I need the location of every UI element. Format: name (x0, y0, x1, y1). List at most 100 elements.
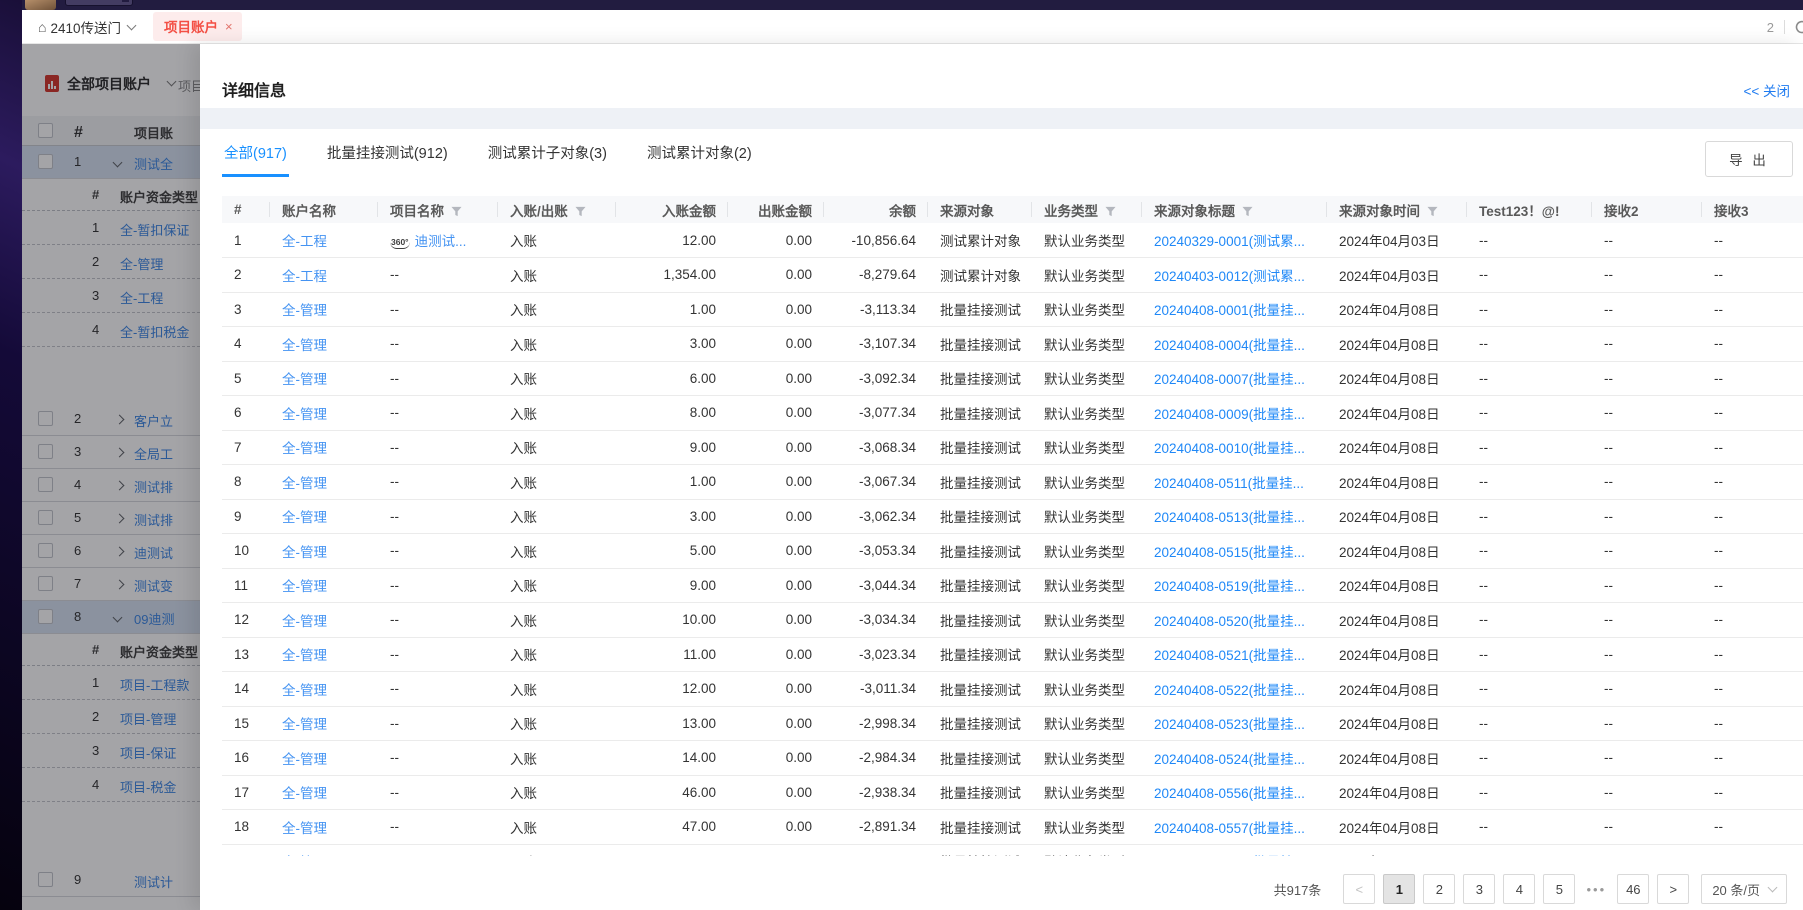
cell-0: 8 (222, 465, 270, 500)
filter-icon[interactable] (1242, 206, 1253, 217)
cell-6: -2,891.34 (824, 810, 928, 845)
cell-9[interactable]: 20240403-0012(测试累... (1142, 258, 1327, 293)
tab-project-accounts[interactable]: 项目账户 × (153, 12, 242, 41)
cell-12: -- (1592, 706, 1702, 741)
cell-6: -3,107.34 (824, 327, 928, 362)
cell-1[interactable]: 全-管理 (270, 672, 378, 707)
cell-0: 6 (222, 396, 270, 431)
drawer-tab-0[interactable]: 全部(917) (222, 130, 289, 177)
cell-1[interactable]: 全-管理 (270, 810, 378, 845)
cell-1[interactable]: 全-管理 (270, 499, 378, 534)
cell-1[interactable]: 全-管理 (270, 741, 378, 776)
cell-1[interactable]: 全-管理 (270, 706, 378, 741)
cell-5: 0.00 (728, 223, 824, 258)
cell-3: 入账 (498, 844, 616, 856)
cell-1[interactable]: 全-管理 (270, 327, 378, 362)
home-tab-label: 2410传送门 (50, 17, 121, 37)
cell-9[interactable]: 20240329-0001(测试累... (1142, 223, 1327, 258)
cell-4: 12.00 (616, 223, 728, 258)
close-tab-icon[interactable]: × (225, 19, 233, 34)
filter-icon[interactable] (1427, 206, 1438, 217)
navbar-search-box[interactable] (65, 0, 133, 6)
cell-9[interactable]: 20240408-0513(批量挂... (1142, 499, 1327, 534)
table-row[interactable]: 16全-管理--入账14.000.00-2,984.34批量挂接测试默认业务类型… (222, 741, 1803, 776)
table-row[interactable]: 4全-管理--入账3.000.00-3,107.34批量挂接测试默认业务类型20… (222, 327, 1803, 362)
table-row[interactable]: 1全-工程360°迪测试...入账12.000.00-10,856.64测试累计… (222, 223, 1803, 258)
table-row[interactable]: 2全-工程--入账1,354.000.00-8,279.64测试累计对象默认业务… (222, 258, 1803, 293)
cell-9[interactable]: 20240408-0558(批量挂... (1142, 844, 1327, 856)
cell-5: 0.00 (728, 637, 824, 672)
cell-9[interactable]: 20240408-0519(批量挂... (1142, 568, 1327, 603)
cell-1[interactable]: 全-工程 (270, 223, 378, 258)
pagination-next-button[interactable]: > (1657, 874, 1689, 904)
cell-2[interactable]: 360°迪测试... (378, 223, 498, 258)
cell-13: -- (1702, 568, 1803, 603)
pagination-page-46[interactable]: 46 (1617, 874, 1649, 904)
drawer-tab-3[interactable]: 测试累计对象(2) (645, 130, 754, 177)
cell-9[interactable]: 20240408-0556(批量挂... (1142, 775, 1327, 810)
cell-9[interactable]: 20240408-0524(批量挂... (1142, 741, 1327, 776)
cell-9[interactable]: 20240408-0522(批量挂... (1142, 672, 1327, 707)
table-row[interactable]: 13全-管理--入账11.000.00-3,023.34批量挂接测试默认业务类型… (222, 637, 1803, 672)
table-row[interactable]: 12全-管理--入账10.000.00-3,034.34批量挂接测试默认业务类型… (222, 603, 1803, 638)
table-row[interactable]: 15全-管理--入账13.000.00-2,998.34批量挂接测试默认业务类型… (222, 706, 1803, 741)
cell-0: 5 (222, 361, 270, 396)
cell-9[interactable]: 20240408-0010(批量挂... (1142, 430, 1327, 465)
table-row[interactable]: 5全-管理--入账6.000.00-3,092.34批量挂接测试默认业务类型20… (222, 361, 1803, 396)
filter-icon[interactable] (575, 206, 586, 217)
drawer-tab-2[interactable]: 测试累计子对象(3) (486, 130, 609, 177)
page-size-select[interactable]: 20 条/页 (1701, 874, 1787, 904)
drawer-tab-1[interactable]: 批量挂接测试(912) (325, 130, 450, 177)
cell-9[interactable]: 20240408-0001(批量挂... (1142, 292, 1327, 327)
cell-9[interactable]: 20240408-0004(批量挂... (1142, 327, 1327, 362)
cell-9[interactable]: 20240408-0009(批量挂... (1142, 396, 1327, 431)
cell-1[interactable]: 全-管理 (270, 637, 378, 672)
table-row[interactable]: 6全-管理--入账8.000.00-3,077.34批量挂接测试默认业务类型20… (222, 396, 1803, 431)
cell-1[interactable]: 全-管理 (270, 844, 378, 856)
table-row[interactable]: 10全-管理--入账5.000.00-3,053.34批量挂接测试默认业务类型2… (222, 534, 1803, 569)
table-row[interactable]: 14全-管理--入账12.000.00-3,011.34批量挂接测试默认业务类型… (222, 672, 1803, 707)
table-row[interactable]: 11全-管理--入账9.000.00-3,044.34批量挂接测试默认业务类型2… (222, 568, 1803, 603)
table-row[interactable]: 9全-管理--入账3.000.00-3,062.34批量挂接测试默认业务类型20… (222, 499, 1803, 534)
filter-icon[interactable] (1105, 206, 1116, 217)
cell-1[interactable]: 全-管理 (270, 568, 378, 603)
filter-icon[interactable] (451, 206, 462, 217)
table-row[interactable]: 3全-管理--入账1.000.00-3,113.34批量挂接测试默认业务类型20… (222, 292, 1803, 327)
cell-9[interactable]: 20240408-0520(批量挂... (1142, 603, 1327, 638)
cell-1[interactable]: 全-管理 (270, 396, 378, 431)
export-button[interactable]: 导 出 (1705, 141, 1793, 177)
cell-0: 4 (222, 327, 270, 362)
pagination-page-1[interactable]: 1 (1383, 874, 1415, 904)
pagination-prev-button[interactable]: < (1343, 874, 1375, 904)
pagination-page-3[interactable]: 3 (1463, 874, 1495, 904)
drawer-overlay-mask[interactable] (22, 44, 200, 910)
cell-1[interactable]: 全-管理 (270, 361, 378, 396)
cell-9[interactable]: 20240408-0515(批量挂... (1142, 534, 1327, 569)
close-drawer-link[interactable]: << 关闭 (1743, 80, 1790, 100)
home-tab[interactable]: ⌂ 2410传送门 (38, 17, 135, 37)
cell-4: 11.00 (616, 637, 728, 672)
cell-9[interactable]: 20240408-0523(批量挂... (1142, 706, 1327, 741)
cell-1[interactable]: 全-管理 (270, 534, 378, 569)
pagination-page-4[interactable]: 4 (1503, 874, 1535, 904)
cell-1[interactable]: 全-工程 (270, 258, 378, 293)
refresh-icon[interactable] (1794, 19, 1803, 35)
table-row[interactable]: 19全-管理--入账48.000.00-2,843.34批量挂接测试默认业务类型… (222, 844, 1803, 856)
cell-1[interactable]: 全-管理 (270, 465, 378, 500)
cell-0: 17 (222, 775, 270, 810)
cell-1[interactable]: 全-管理 (270, 775, 378, 810)
cell-9[interactable]: 20240408-0557(批量挂... (1142, 810, 1327, 845)
pagination-page-2[interactable]: 2 (1423, 874, 1455, 904)
cell-1[interactable]: 全-管理 (270, 603, 378, 638)
table-row[interactable]: 17全-管理--入账46.000.00-2,938.34批量挂接测试默认业务类型… (222, 775, 1803, 810)
cell-1[interactable]: 全-管理 (270, 430, 378, 465)
cell-9[interactable]: 20240408-0511(批量挂... (1142, 465, 1327, 500)
table-row[interactable]: 18全-管理--入账47.000.00-2,891.34批量挂接测试默认业务类型… (222, 810, 1803, 845)
cell-9[interactable]: 20240408-0007(批量挂... (1142, 361, 1327, 396)
cell-9[interactable]: 20240408-0521(批量挂... (1142, 637, 1327, 672)
table-row[interactable]: 7全-管理--入账9.000.00-3,068.34批量挂接测试默认业务类型20… (222, 430, 1803, 465)
cell-1[interactable]: 全-管理 (270, 292, 378, 327)
table-row[interactable]: 8全-管理--入账1.000.00-3,067.34批量挂接测试默认业务类型20… (222, 465, 1803, 500)
pagination-page-5[interactable]: 5 (1543, 874, 1575, 904)
avatar[interactable] (25, 0, 56, 10)
